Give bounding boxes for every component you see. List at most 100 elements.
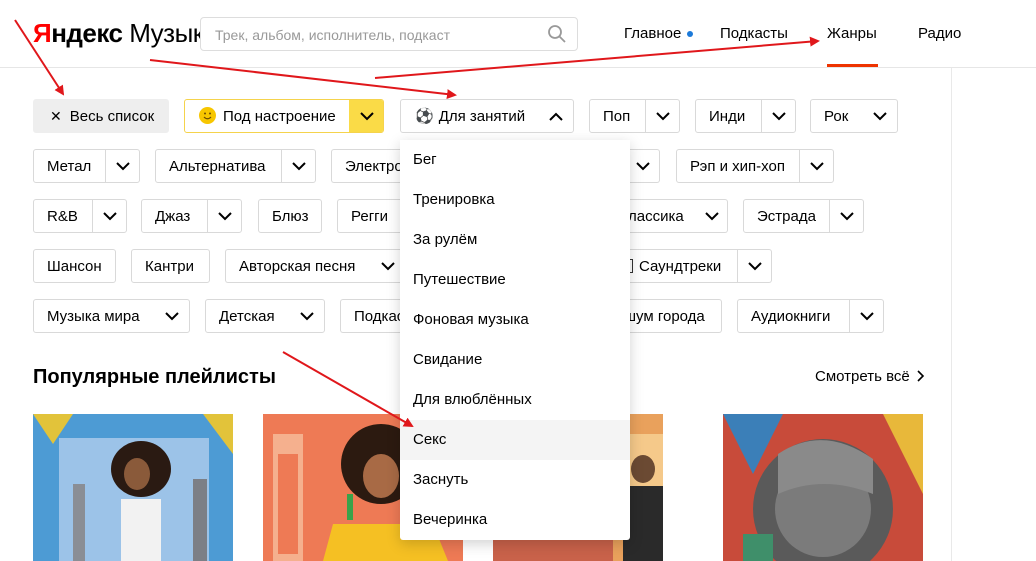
menu-item-sex[interactable]: Секс	[400, 420, 630, 460]
chip-activities-dropdown[interactable]	[539, 100, 573, 132]
search-icon[interactable]	[547, 24, 567, 44]
chip-world-label: Музыка мира	[47, 307, 140, 325]
chevron-down-icon	[839, 211, 854, 220]
chevron-down-icon	[381, 261, 395, 270]
menu-item-workout[interactable]: Тренировка	[400, 180, 630, 220]
menu-item-background[interactable]: Фоновая музыка	[400, 300, 630, 340]
chip-chanson-label: Шансон	[47, 257, 102, 275]
chip-alternative-dropdown[interactable]	[281, 150, 315, 182]
chip-indie-label: Инди	[709, 107, 746, 125]
menu-item-running[interactable]: Бег	[400, 140, 630, 180]
chevron-down-icon	[809, 161, 824, 170]
chip-jazz[interactable]: Джаз	[141, 199, 242, 233]
close-icon: ✕	[50, 107, 62, 124]
chip-country[interactable]: Кантри	[131, 249, 210, 283]
menu-item-lovers[interactable]: Для влюблённых	[400, 380, 630, 420]
activities-dropdown-menu: Бег Тренировка За рулём Путешествие Фоно…	[400, 140, 630, 540]
chip-indie[interactable]: Инди	[695, 99, 796, 133]
chevron-down-icon	[636, 161, 650, 170]
sidebar-divider	[951, 68, 952, 561]
all-list-label: ✕ Весь список	[34, 108, 168, 125]
chip-estrada-dropdown[interactable]	[829, 200, 863, 232]
chip-mood-label: Под настроение	[185, 107, 349, 125]
chip-pop[interactable]: Поп	[589, 99, 680, 133]
menu-item-date[interactable]: Свидание	[400, 340, 630, 380]
chip-mood-dropdown[interactable]	[349, 100, 383, 132]
chip-kids[interactable]: Детская	[205, 299, 325, 333]
yandex-music-logo[interactable]: Яндекс Музыка	[33, 18, 219, 49]
chip-classic-dropdown[interactable]	[697, 200, 727, 232]
all-list-text: Весь список	[69, 107, 155, 125]
playlist-cover-1[interactable]	[33, 414, 233, 561]
chevron-down-icon	[102, 211, 117, 220]
menu-item-driving[interactable]: За рулём	[400, 220, 630, 260]
chip-estrada[interactable]: Эстрада	[743, 199, 864, 233]
chip-mood-text: Под настроение	[223, 108, 336, 125]
chip-activities[interactable]: ⚽ Для занятий	[400, 99, 574, 133]
nav-main[interactable]: Главное	[624, 25, 694, 42]
chip-world[interactable]: Музыка мира	[33, 299, 190, 333]
chip-blues[interactable]: Блюз	[258, 199, 322, 233]
chip-activities-label: ⚽ Для занятий	[401, 107, 539, 125]
chip-rap-label: Рэп и хип-хоп	[690, 157, 785, 175]
chip-jazz-dropdown[interactable]	[207, 200, 241, 232]
chip-kids-label: Детская	[219, 307, 275, 325]
chip-rnb-dropdown[interactable]	[92, 200, 126, 232]
chip-country-label: Кантри	[145, 257, 194, 275]
chip-jazz-label: Джаз	[155, 207, 191, 225]
chip-hidden-dropdown[interactable]	[626, 150, 659, 182]
chip-alternative-label: Альтернатива	[169, 157, 266, 175]
chip-pop-dropdown[interactable]	[645, 100, 679, 132]
chip-audiobooks-label: Аудиокниги	[751, 307, 831, 325]
menu-item-travel[interactable]: Путешествие	[400, 260, 630, 300]
chip-rock-dropdown[interactable]	[863, 100, 897, 132]
chip-kids-dropdown[interactable]	[290, 300, 324, 332]
chevron-down-icon	[655, 111, 670, 120]
chip-audiobooks-dropdown[interactable]	[849, 300, 883, 332]
chip-metal[interactable]: Метал	[33, 149, 140, 183]
chevron-right-icon	[917, 370, 925, 382]
chip-soundtracks[interactable]: Саундтреки	[610, 249, 772, 283]
chevron-up-icon	[549, 112, 563, 121]
chip-bard-label: Авторская песня	[239, 257, 356, 275]
chip-rap-dropdown[interactable]	[799, 150, 833, 182]
see-all-link[interactable]: Смотреть всё	[815, 368, 925, 385]
playlist-cover-4[interactable]	[723, 414, 923, 561]
chip-metal-dropdown[interactable]	[105, 150, 139, 182]
chip-alternative[interactable]: Альтернатива	[155, 149, 316, 183]
chevron-down-icon	[359, 111, 374, 120]
chip-rock-label: Рок	[824, 107, 849, 125]
menu-item-sleep[interactable]: Заснуть	[400, 460, 630, 500]
chevron-down-icon	[873, 111, 887, 120]
chevron-down-icon	[165, 311, 179, 320]
header: Яндекс Музыка Главное Подкасты Жанры Рад…	[0, 0, 1036, 68]
chip-activities-text: Для занятий	[438, 108, 526, 125]
chip-bard[interactable]: Авторская песня	[225, 249, 405, 283]
logo-letter: Я	[33, 18, 52, 48]
chip-soundtracks-dropdown[interactable]	[737, 250, 771, 282]
menu-item-party[interactable]: Вечеринка	[400, 500, 630, 540]
playlist-cover-1-art	[33, 414, 233, 561]
nav-radio[interactable]: Радио	[918, 25, 961, 42]
chip-mood[interactable]: Под настроение	[184, 99, 384, 133]
chevron-down-icon	[115, 161, 130, 170]
chip-rnb[interactable]: R&B	[33, 199, 127, 233]
all-list-button[interactable]: ✕ Весь список	[33, 99, 169, 133]
chevron-down-icon	[291, 161, 306, 170]
chevron-down-icon	[705, 211, 719, 220]
search-input[interactable]	[215, 25, 535, 45]
active-tab-underline	[827, 64, 878, 67]
search-box[interactable]	[200, 17, 578, 51]
chip-chanson[interactable]: Шансон	[33, 249, 116, 283]
nav-main-label: Главное	[624, 25, 682, 42]
nav-podcasts[interactable]: Подкасты	[720, 25, 788, 42]
chevron-down-icon	[859, 311, 874, 320]
nav-genres[interactable]: Жанры	[827, 25, 877, 42]
section-title-popular-playlists: Популярные плейлисты	[33, 366, 276, 388]
chip-indie-dropdown[interactable]	[761, 100, 795, 132]
chip-audiobooks[interactable]: Аудиокниги	[737, 299, 884, 333]
new-indicator-dot	[687, 31, 694, 38]
chip-rock[interactable]: Рок	[810, 99, 898, 133]
chip-world-dropdown[interactable]	[155, 300, 189, 332]
chip-rap[interactable]: Рэп и хип-хоп	[676, 149, 834, 183]
